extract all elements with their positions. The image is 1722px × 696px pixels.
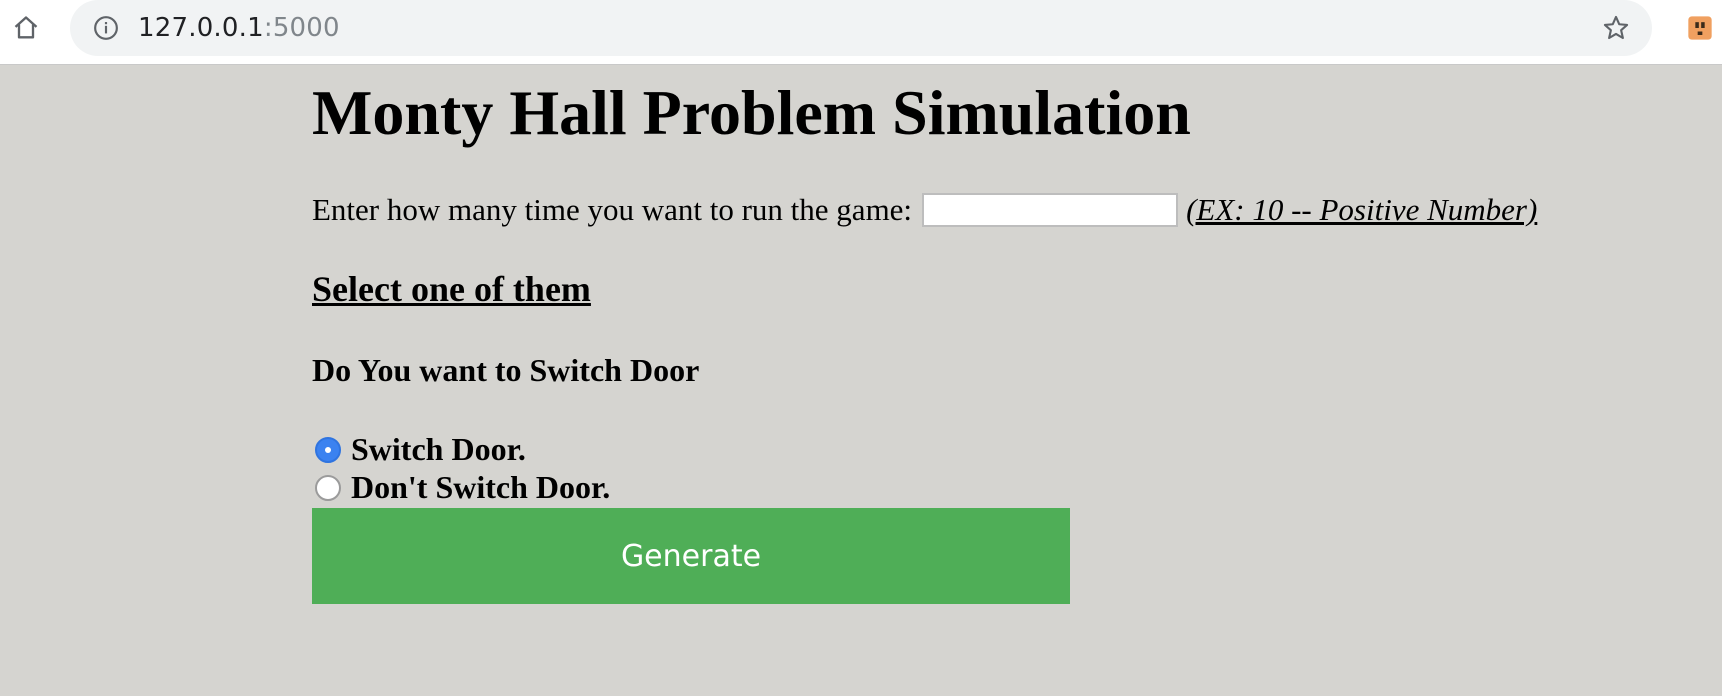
run-count-row: Enter how many time you want to run the … bbox=[312, 191, 1537, 229]
run-count-input[interactable] bbox=[922, 193, 1179, 227]
bookmark-star-icon[interactable] bbox=[1600, 12, 1632, 44]
page-title: Monty Hall Problem Simulation bbox=[312, 77, 1191, 148]
browser-toolbar: 127.0.0.1:5000 bbox=[0, 0, 1722, 65]
generate-button[interactable]: Generate bbox=[312, 508, 1070, 604]
address-bar[interactable]: 127.0.0.1:5000 bbox=[70, 0, 1652, 56]
dont-switch-door-radio[interactable] bbox=[315, 474, 341, 501]
url-host: 127.0.0.1 bbox=[138, 13, 264, 43]
extension-icon[interactable] bbox=[1686, 14, 1714, 42]
switch-question: Do You want to Switch Door bbox=[312, 352, 700, 388]
switch-door-radio[interactable] bbox=[315, 436, 341, 463]
home-icon[interactable] bbox=[10, 10, 42, 46]
dont-switch-door-option[interactable]: Don't Switch Door. bbox=[312, 469, 610, 506]
run-count-hint: (EX: 10 -- Positive Number) bbox=[1186, 192, 1538, 227]
run-count-label: Enter how many time you want to run the … bbox=[312, 192, 913, 227]
switch-door-option[interactable]: Switch Door. bbox=[312, 431, 526, 468]
dont-switch-door-label: Don't Switch Door. bbox=[351, 469, 611, 505]
page-body: Monty Hall Problem Simulation Enter how … bbox=[0, 65, 1722, 696]
url-text[interactable]: 127.0.0.1:5000 bbox=[138, 0, 340, 56]
info-icon[interactable] bbox=[92, 14, 120, 42]
switch-door-label: Switch Door. bbox=[351, 431, 526, 467]
url-port: :5000 bbox=[263, 13, 340, 43]
select-heading: Select one of them bbox=[312, 269, 591, 309]
